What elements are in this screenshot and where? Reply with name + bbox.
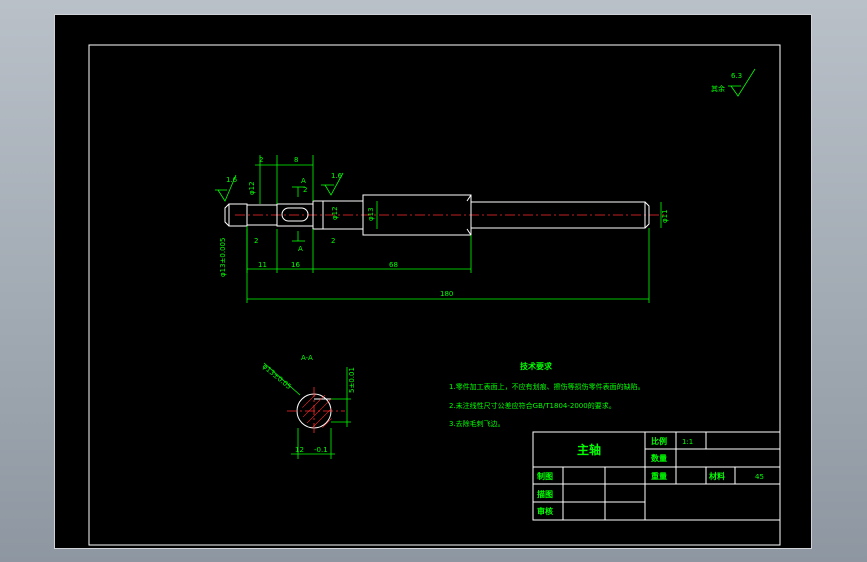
dim-top-8: 8 <box>294 156 298 164</box>
dim-16: 16 <box>291 261 300 269</box>
dim-11: 11 <box>258 261 267 269</box>
roughness-mark-2: 1.6 <box>331 172 343 180</box>
roughness-marks: 1.6 1.6 <box>215 172 344 202</box>
section-dia-tol: φ13±0.05 <box>261 362 293 391</box>
dim-top-2a: 2 <box>259 156 263 164</box>
cad-drawing: 6.3 其余 2 8 2 φ12 φ12 φ13 φ11 1.6 1.6 A A… <box>88 44 781 546</box>
roughness-note: 6.3 其余 <box>711 68 756 97</box>
scale-value: 1:1 <box>682 438 693 446</box>
dim-bottom-2b: 2 <box>331 237 335 245</box>
tech-requirements: 技术要求 1.零件加工表面上，不应有划痕、擦伤等损伤零件表面的缺陷。 2.未注线… <box>449 361 645 428</box>
dim-dia-mid2: φ13 <box>367 207 375 221</box>
dim-total: 180 <box>440 290 453 298</box>
part-name: 主轴 <box>577 442 601 457</box>
section-key-width: 5±0.01 <box>348 367 356 393</box>
keyway-slot <box>281 207 309 222</box>
section-mark-bottom: A <box>298 245 303 253</box>
dim-68: 68 <box>389 261 398 269</box>
section-depth-tol: -0.1 <box>314 446 328 454</box>
material-value: 45 <box>755 473 764 481</box>
tech-item-3: 3.去除毛刺飞边。 <box>449 419 505 428</box>
section-title: A-A <box>301 354 313 362</box>
dim-tol: φ13±0.005 <box>219 238 227 277</box>
material-label: 材料 <box>709 471 725 481</box>
roughness-note-label: 其余 <box>711 84 725 93</box>
drawn-label: 制图 <box>537 471 553 481</box>
dim-bottom-2a: 2 <box>254 237 258 245</box>
section-hatch <box>301 394 332 428</box>
scale-label: 比例 <box>651 436 667 446</box>
tech-item-2: 2.未注线性尺寸公差应符合GB/T1804-2000的要求。 <box>449 401 616 410</box>
title-block: 主轴 比例 1:1 数量 重量 材料 45 制图 描图 审核 <box>532 431 781 521</box>
tech-title: 技术要求 <box>520 361 553 371</box>
section-view: A-A φ13±0.05 5±0.01 12 -0.1 <box>261 354 356 459</box>
dim-dia-left: φ12 <box>248 181 256 195</box>
qty-label: 数量 <box>651 453 667 463</box>
weight-label: 重量 <box>651 471 667 481</box>
dim-dia-mid1: φ12 <box>331 206 339 220</box>
checked-label: 审核 <box>537 506 553 516</box>
dim-dia-right: φ11 <box>661 209 669 223</box>
tech-item-1: 1.零件加工表面上，不应有划痕、擦伤等损伤零件表面的缺陷。 <box>449 382 645 391</box>
section-key-depth: 12 <box>295 446 304 454</box>
shaft-main-view <box>224 194 665 236</box>
roughness-mark-1: 1.6 <box>226 176 238 184</box>
dimensions-bottom: 2 2 φ13±0.005 11 16 68 180 <box>219 226 650 303</box>
section-mark-top: A <box>301 177 306 185</box>
drawing-sheet: 6.3 其余 2 8 2 φ12 φ12 φ13 φ11 1.6 1.6 A A… <box>54 14 812 549</box>
roughness-note-value: 6.3 <box>731 72 742 80</box>
traced-label: 描图 <box>537 489 553 499</box>
dimensions-top: 2 8 2 φ12 φ12 φ13 φ11 <box>248 155 669 229</box>
